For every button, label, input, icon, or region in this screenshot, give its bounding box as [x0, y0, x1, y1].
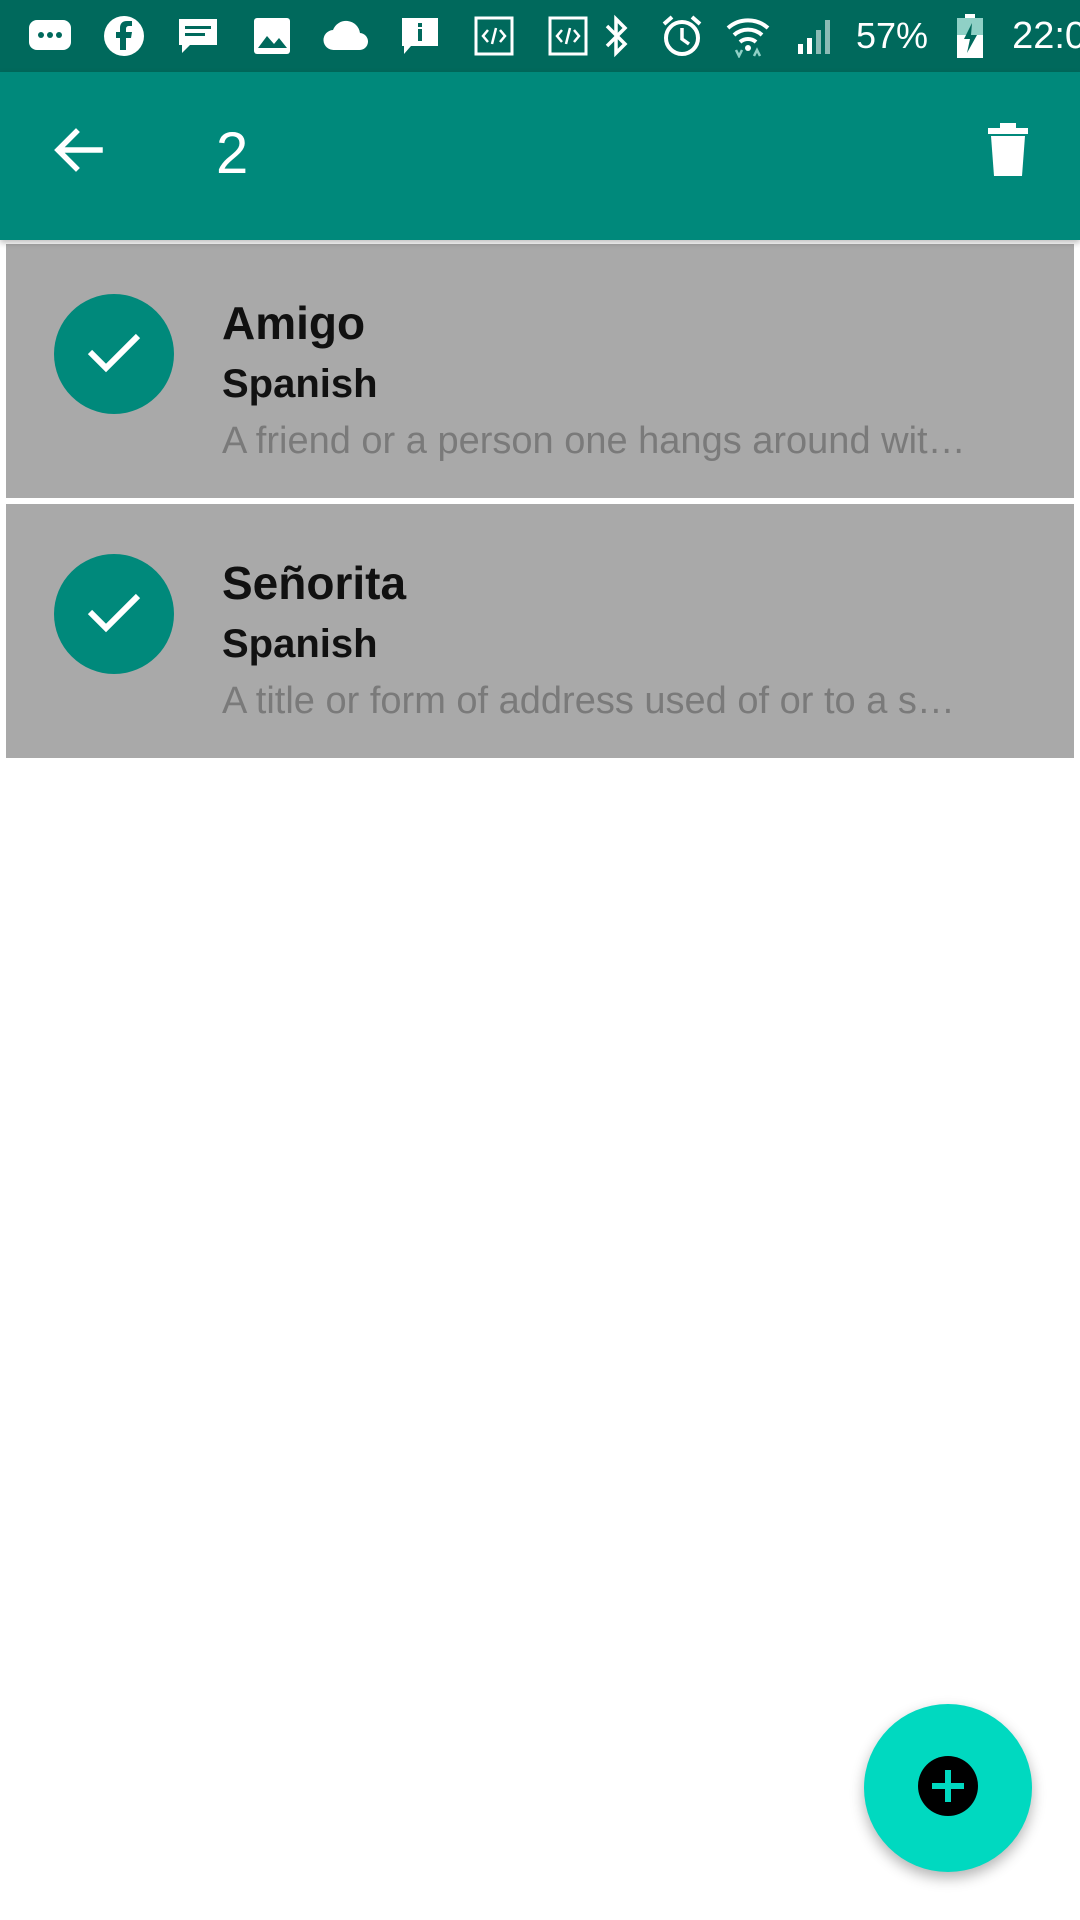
back-button[interactable]: [38, 112, 118, 192]
list-item[interactable]: Señorita Spanish A title or form of addr…: [6, 504, 1074, 758]
facebook-icon: [100, 12, 148, 60]
wifi-icon: [724, 12, 772, 60]
bluetooth-icon: [592, 12, 640, 60]
chat-icon: [174, 12, 222, 60]
checkmark-icon: [84, 330, 144, 378]
delete-button[interactable]: [968, 112, 1048, 192]
messaging-icon: [26, 12, 74, 60]
system-status: 57% 22:06: [592, 12, 1080, 60]
battery-percentage: 57%: [856, 15, 929, 56]
checkmark-icon: [84, 590, 144, 638]
contextual-app-bar: 2: [0, 72, 1080, 240]
cloud-icon: [322, 12, 370, 60]
image-icon: [248, 12, 296, 60]
word-title: Amigo: [222, 297, 366, 349]
arrow-back-icon: [50, 122, 106, 182]
code-icon: [544, 12, 592, 60]
selected-count: 2: [216, 121, 249, 186]
signal-icon: [790, 12, 838, 60]
word-language: Spanish: [222, 362, 378, 406]
word-description: A friend or a person one hangs around wi…: [222, 420, 966, 462]
alarm-icon: [658, 12, 706, 60]
info-message-icon: [396, 12, 444, 60]
status-bar: 57% 22:06: [0, 0, 1080, 72]
word-title: Señorita: [222, 557, 407, 609]
battery-charging-icon: [946, 12, 994, 60]
word-language: Spanish: [222, 622, 378, 666]
notification-icons: [26, 12, 592, 60]
add-icon: [916, 1754, 980, 1822]
selection-check[interactable]: [54, 294, 174, 414]
list-item[interactable]: Amigo Spanish A friend or a person one h…: [6, 244, 1074, 498]
selection-check[interactable]: [54, 554, 174, 674]
trash-icon: [986, 122, 1030, 182]
add-word-button[interactable]: [864, 1704, 1032, 1872]
code-icon: [470, 12, 518, 60]
word-description: A title or form of address used of or to…: [222, 680, 955, 722]
clock-time: 22:06: [1012, 14, 1080, 57]
